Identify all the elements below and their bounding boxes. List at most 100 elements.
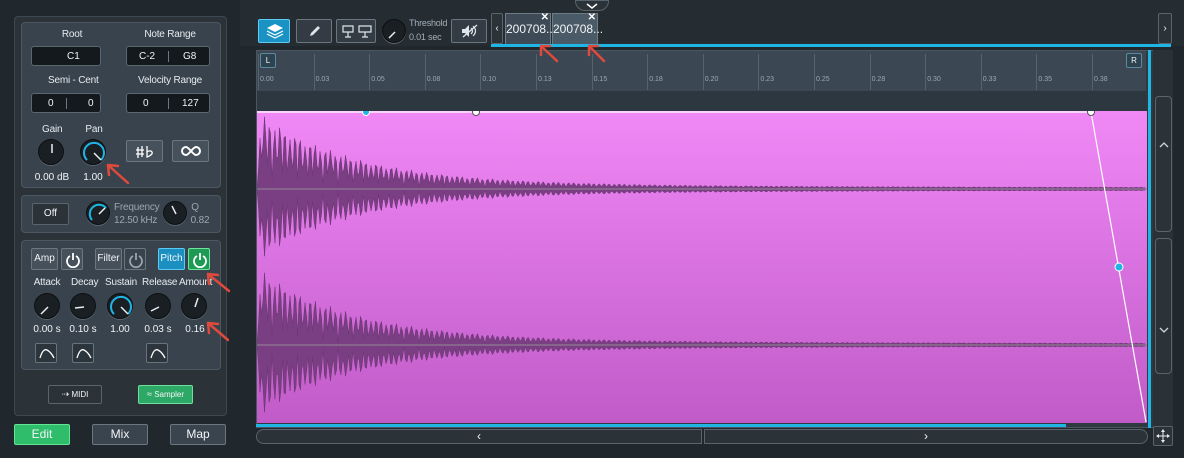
velocity-high: 127 xyxy=(182,98,199,109)
time-ruler[interactable] xyxy=(257,51,1146,91)
threshold-label: Threshold xyxy=(409,18,448,28)
release-knob[interactable] xyxy=(145,293,171,319)
ruler-tick-label: 0.08 xyxy=(426,76,441,83)
close-icon[interactable]: ✕ xyxy=(588,13,596,23)
frequency-value: 12.50 kHz xyxy=(114,215,158,226)
root-field[interactable]: C1 xyxy=(31,46,101,66)
midi-label: MIDI xyxy=(71,390,89,399)
frequency-knob[interactable] xyxy=(86,201,110,225)
attack-curve-button[interactable] xyxy=(35,343,57,363)
loop-start-marker[interactable]: L xyxy=(260,53,276,68)
power-icon xyxy=(193,253,207,268)
attack-value: 0.00 s xyxy=(33,324,61,335)
ruler-tick-line xyxy=(647,54,649,90)
ruler-tick-line xyxy=(313,54,315,90)
loop-icon xyxy=(181,145,201,157)
chevron-down-icon xyxy=(1159,327,1169,333)
tabs-scroll-left[interactable]: ‹ xyxy=(491,13,503,44)
waveform-background xyxy=(257,111,1147,423)
semi-value: 0 xyxy=(48,98,54,109)
release-curve-button[interactable] xyxy=(146,343,168,363)
ruler-tick-label: 0.33 xyxy=(982,76,997,83)
chevron-left-icon: ‹ xyxy=(495,23,499,34)
scroll-right-button[interactable]: › xyxy=(704,429,1148,444)
decay-curve-button[interactable] xyxy=(72,343,94,363)
tab-map[interactable]: Map xyxy=(170,424,226,445)
sample-tab-1[interactable]: 200708... ✕ xyxy=(505,13,556,44)
amount-knob[interactable] xyxy=(181,293,207,319)
envelope-point-decay[interactable] xyxy=(472,111,480,116)
ruler-tick-label: 0.38 xyxy=(1094,76,1108,83)
midi-button[interactable]: ⇢ MIDI xyxy=(48,385,102,404)
gain-knob[interactable] xyxy=(38,139,64,165)
ruler-tick-line xyxy=(869,54,871,90)
sustain-label: Sustain xyxy=(105,277,137,288)
envelope-point-attack[interactable] xyxy=(362,111,370,116)
ruler-tick-line xyxy=(480,54,482,90)
sampler-button[interactable]: ≈ Sampler xyxy=(138,385,193,404)
power-icon xyxy=(129,253,143,268)
sustain-knob[interactable] xyxy=(107,293,133,319)
decay-knob[interactable] xyxy=(70,293,96,319)
move-handle[interactable] xyxy=(1153,426,1173,446)
amp-button[interactable]: Amp xyxy=(31,248,58,270)
pitch-env-button[interactable]: Pitch xyxy=(158,248,185,270)
layers-icon xyxy=(266,24,284,39)
ruler-tick-line xyxy=(814,54,815,90)
q-label: Q xyxy=(191,202,199,213)
pan-knob[interactable] xyxy=(80,139,106,165)
layers-button[interactable] xyxy=(258,19,290,43)
filter-power-button[interactable] xyxy=(124,248,146,270)
waveform-display[interactable] xyxy=(257,111,1147,423)
collapse-toggle[interactable] xyxy=(575,0,609,11)
root-label: Root xyxy=(61,29,83,40)
loop-end-marker[interactable]: R xyxy=(1126,53,1142,68)
ruler-tick-label: 0.35 xyxy=(1038,76,1053,83)
chevron-right-icon: › xyxy=(924,429,928,443)
zoom-in-vertical[interactable] xyxy=(1155,96,1172,232)
ruler-tick-label: 0.23 xyxy=(760,76,775,83)
amp-power-button[interactable] xyxy=(61,248,83,270)
sample-tab-2[interactable]: 200708... ✕ xyxy=(552,13,603,44)
end-boundary-line xyxy=(1148,50,1151,428)
filter-off-button[interactable]: Off xyxy=(32,203,69,225)
tabs-scroll-right[interactable]: › xyxy=(1158,13,1172,44)
ruler-tick-line xyxy=(980,54,982,90)
sharp-flat-button[interactable] xyxy=(126,140,163,162)
pan-label: Pan xyxy=(85,124,103,135)
ruler-tick-line xyxy=(925,54,927,90)
ruler-tick-label: 0.28 xyxy=(871,76,886,83)
curve-icon xyxy=(76,349,92,359)
pencil-tool-button[interactable] xyxy=(296,19,332,43)
loop-button[interactable] xyxy=(172,140,209,162)
h-scroll-accent xyxy=(256,424,1066,427)
ruler-tick-line xyxy=(702,54,704,90)
ruler-tick-label: 0.13 xyxy=(538,76,552,83)
filter-env-button[interactable]: Filter xyxy=(95,248,122,270)
velocity-range-label: Velocity Range xyxy=(138,75,202,86)
scroll-left-button[interactable]: ‹ xyxy=(256,429,702,444)
semi-cent-field[interactable]: 0 0 xyxy=(31,93,101,113)
slice-tool-button[interactable] xyxy=(336,19,376,43)
tab-mix[interactable]: Mix xyxy=(92,424,148,445)
attack-knob[interactable] xyxy=(34,293,60,319)
q-knob[interactable] xyxy=(163,201,187,225)
ruler-tick-line xyxy=(591,54,593,90)
zoom-out-vertical[interactable] xyxy=(1155,238,1172,374)
semi-cent-label: Semi - Cent xyxy=(48,75,99,86)
pencil-icon xyxy=(310,26,320,36)
attack-label: Attack xyxy=(33,277,61,288)
envelope-point-sustain[interactable] xyxy=(1087,111,1095,116)
tab-edit[interactable]: Edit xyxy=(14,424,70,445)
ruler-tick-line xyxy=(369,54,371,90)
threshold-knob[interactable] xyxy=(382,19,406,43)
envelope-point-release[interactable] xyxy=(1114,262,1124,272)
frequency-label: Frequency xyxy=(114,202,160,213)
note-range-field[interactable]: C-2 G8 xyxy=(126,46,210,66)
pitch-power-button[interactable] xyxy=(188,248,210,270)
chevron-down-icon xyxy=(586,3,598,9)
ruler-tick-label: 0.10 xyxy=(482,76,497,83)
close-icon[interactable]: ✕ xyxy=(541,13,549,23)
mute-preview-button[interactable] xyxy=(451,19,487,43)
velocity-range-field[interactable]: 0 127 xyxy=(126,93,210,113)
